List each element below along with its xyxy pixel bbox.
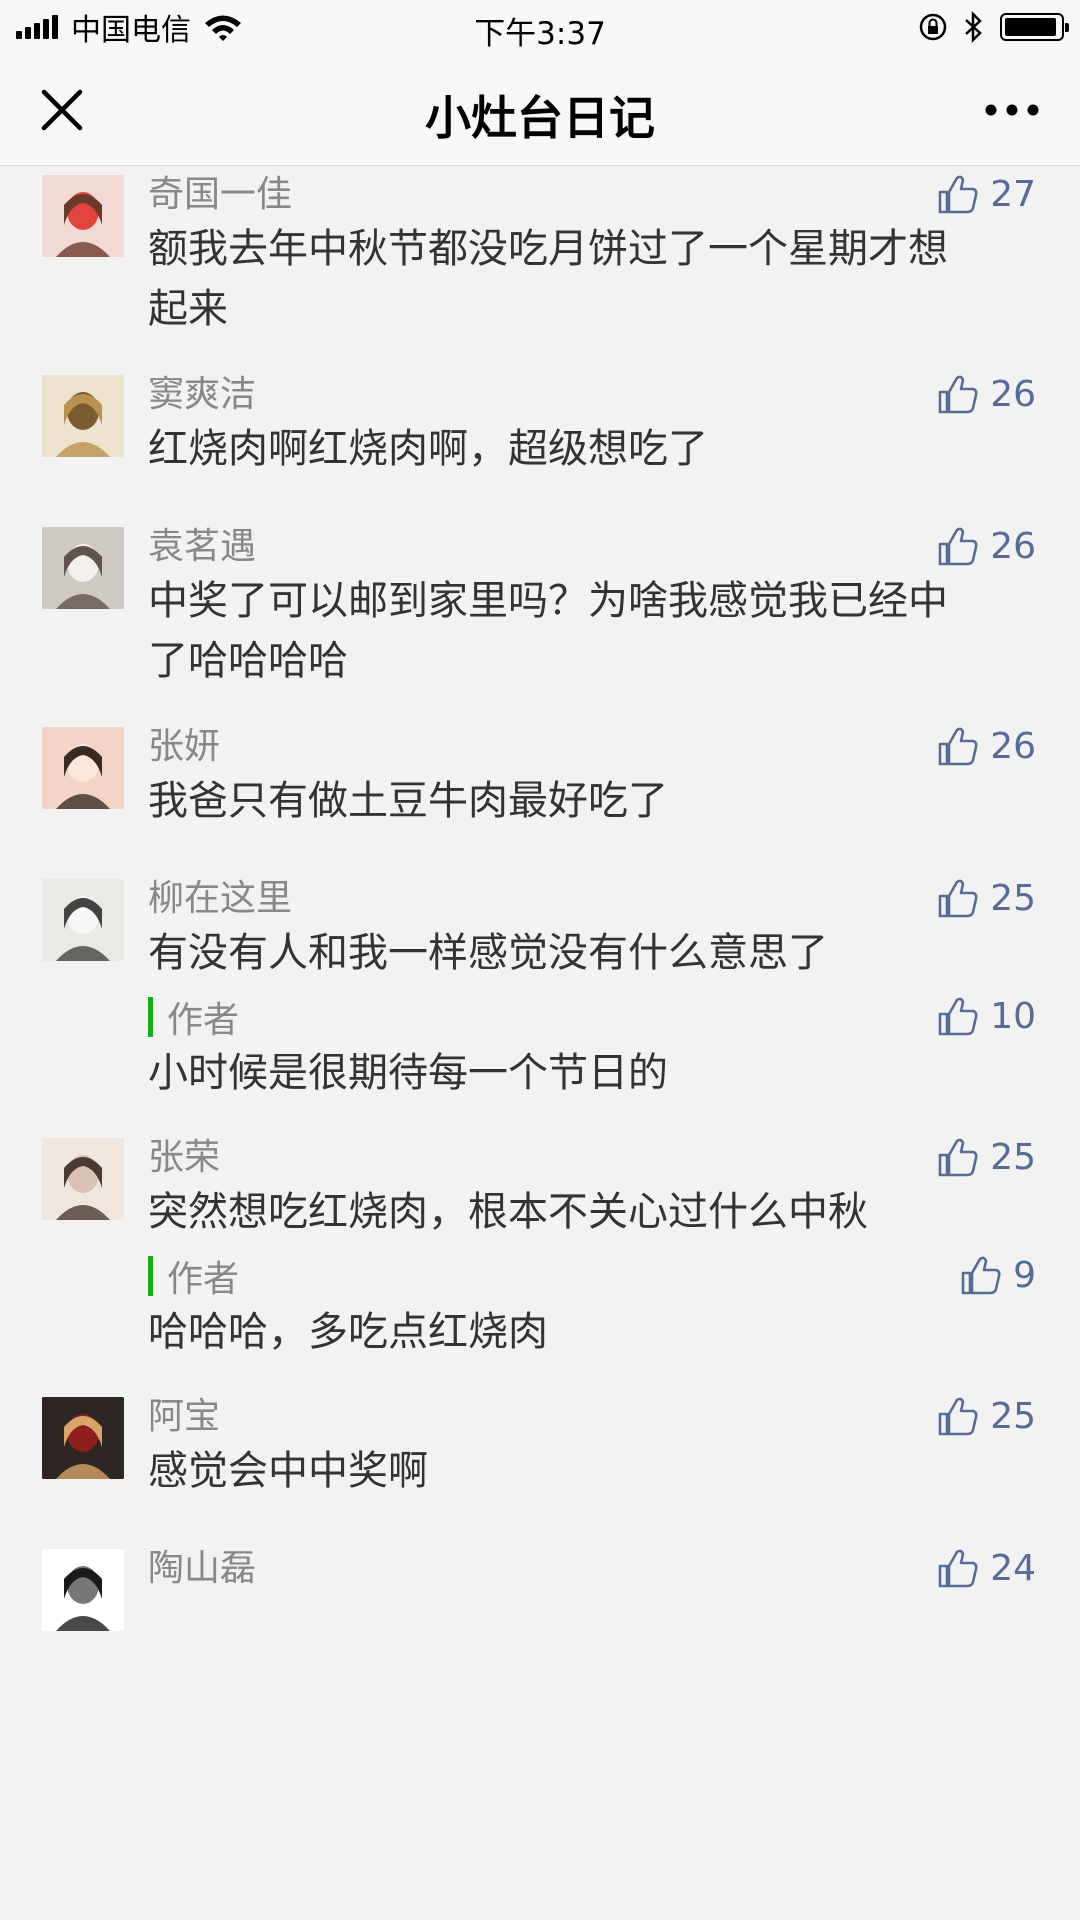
reply-like-button[interactable]: 9: [959, 1250, 1036, 1300]
thumbs-up-icon: [938, 879, 978, 918]
avatar[interactable]: [42, 527, 124, 609]
avatar[interactable]: [42, 1549, 124, 1631]
status-bar: 中国电信 下午3:37: [0, 0, 1080, 54]
rotation-lock-icon: [919, 13, 947, 41]
comment-author-name: 柳在这里: [148, 878, 293, 919]
comment-author-name: 阿宝: [148, 1396, 221, 1437]
comment-text: 了哈哈哈哈: [148, 638, 348, 684]
author-reply-label: 作者: [148, 1254, 239, 1300]
nav-bar: 小灶台日记: [0, 54, 1080, 166]
like-button[interactable]: 24: [936, 1543, 1036, 1593]
like-button[interactable]: 26: [936, 521, 1036, 571]
page-title: 小灶台日记: [425, 91, 655, 145]
author-label: 作者: [167, 1259, 240, 1300]
like-button[interactable]: 27: [936, 169, 1036, 219]
like-count: 25: [990, 877, 1036, 919]
avatar[interactable]: [42, 879, 124, 961]
status-right: [918, 8, 1069, 46]
author-reply-text: 哈哈哈，多吃点红烧肉: [148, 1309, 548, 1355]
author-reply-label: 作者: [148, 995, 239, 1041]
comment-text: 额我去年中秋节都没吃月饼过了一个星期才想: [148, 226, 948, 272]
comment-text: 我爸只有做土豆牛肉最好吃了: [148, 778, 668, 824]
comment-author-name: 张妍: [148, 726, 221, 767]
avatar[interactable]: [42, 375, 124, 457]
reply-like-count: 9: [1013, 1254, 1036, 1296]
like-count: 25: [990, 1395, 1036, 1437]
like-count: 27: [990, 173, 1036, 215]
like-count: 25: [990, 1136, 1036, 1178]
reply-like-button[interactable]: 10: [936, 991, 1036, 1041]
thumbs-up-icon: [938, 997, 978, 1036]
author-reply-text: 小时候是很期待每一个节日的: [148, 1050, 668, 1096]
like-count: 24: [990, 1547, 1036, 1589]
more-icon[interactable]: [984, 98, 1040, 122]
avatar[interactable]: [42, 175, 124, 257]
thumbs-up-icon: [961, 1256, 1001, 1295]
battery-icon: [1000, 13, 1069, 41]
like-button[interactable]: 26: [936, 721, 1036, 771]
comment-text: 起来: [148, 286, 228, 332]
like-button[interactable]: 25: [936, 873, 1036, 923]
thumbs-up-icon: [938, 727, 978, 766]
author-label: 作者: [167, 1000, 240, 1041]
like-button[interactable]: 26: [936, 369, 1036, 419]
like-count: 26: [990, 373, 1036, 415]
comment-author-name: 袁茗遇: [148, 526, 257, 567]
author-marker: [148, 1256, 153, 1296]
comment-text: 有没有人和我一样感觉没有什么意思了: [148, 930, 828, 976]
like-button[interactable]: 25: [936, 1391, 1036, 1441]
comment-text: 突然想吃红烧肉，根本不关心过什么中秋: [148, 1189, 868, 1235]
reply-like-count: 10: [990, 995, 1036, 1037]
thumbs-up-icon: [938, 375, 978, 414]
like-count: 26: [990, 525, 1036, 567]
thumbs-up-icon: [938, 527, 978, 566]
comment-author-name: 奇国一佳: [148, 174, 293, 215]
comment-text: 红烧肉啊红烧肉啊，超级想吃了: [148, 426, 708, 472]
avatar[interactable]: [42, 727, 124, 809]
comment-author-name: 窦爽洁: [148, 374, 257, 415]
like-button[interactable]: 25: [936, 1132, 1036, 1182]
comment-text: 中奖了可以邮到家里吗？为啥我感觉我已经中: [148, 578, 948, 624]
like-count: 26: [990, 725, 1036, 767]
comment-list[interactable]: 奇国一佳 27 额我去年中秋节都没吃月饼过了一个星期才想 起来窦爽洁 26 红烧肉啊红烧肉…: [0, 167, 1080, 1920]
comment-text: 感觉会中中奖啊: [148, 1448, 428, 1494]
thumbs-up-icon: [938, 175, 978, 214]
thumbs-up-icon: [938, 1138, 978, 1177]
avatar[interactable]: [42, 1138, 124, 1220]
thumbs-up-icon: [938, 1397, 978, 1436]
thumbs-up-icon: [938, 1549, 978, 1588]
author-marker: [148, 997, 153, 1037]
comment-author-name: 陶山磊: [148, 1548, 257, 1589]
comment-author-name: 张荣: [148, 1137, 221, 1178]
avatar[interactable]: [42, 1397, 124, 1479]
bluetooth-icon: [965, 11, 982, 43]
